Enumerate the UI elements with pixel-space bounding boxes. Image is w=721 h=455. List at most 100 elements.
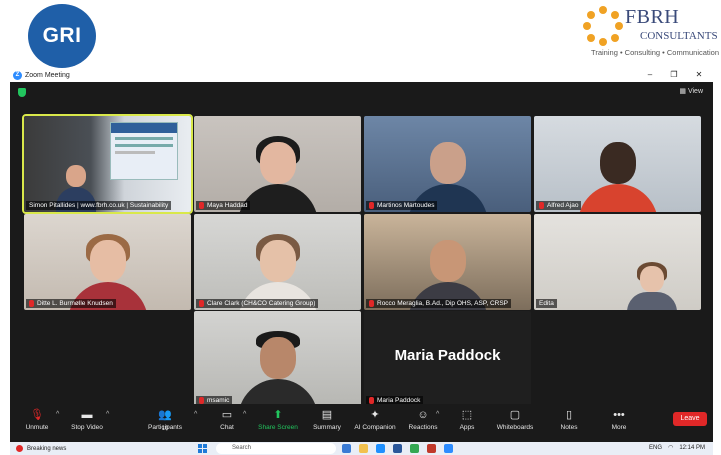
folder-icon[interactable]	[359, 444, 368, 453]
video-tile[interactable]: Simon Pitallides | www.fbrh.co.uk | Sust…	[22, 114, 193, 214]
fbrh-subtitle: CONSULTANTS	[640, 30, 718, 42]
more-dots-icon: •••	[613, 409, 625, 421]
edge-icon[interactable]	[376, 444, 385, 453]
taskbar-app-icon[interactable]	[342, 444, 351, 453]
more-button[interactable]: ••• More	[594, 409, 644, 431]
video-tile[interactable]: Maya Haddad	[194, 116, 361, 212]
participant-name: Maya Haddad	[196, 201, 251, 210]
participant-avatar	[627, 260, 677, 310]
minimize-button[interactable]: –	[638, 68, 662, 82]
share-screen-button[interactable]: ⬆ Share Screen	[253, 409, 303, 431]
taskbar-apps	[342, 444, 453, 453]
chat-caret-icon[interactable]: ^	[243, 411, 246, 418]
video-tile[interactable]: Alfred Ajao	[534, 116, 701, 212]
participant-name: Clare Clark (CH&CO Catering Group)	[196, 299, 319, 308]
video-tile[interactable]: Rocco Meraglia, B.Ad., Dip OHS, ASP, CRS…	[364, 214, 531, 310]
chat-bubble-icon: ▭	[221, 409, 233, 421]
mic-muted-icon: 🎙	[30, 409, 44, 421]
notes-button[interactable]: ▯ Notes	[544, 409, 594, 431]
participant-avatar	[237, 327, 318, 407]
participant-avatar	[237, 230, 318, 310]
participant-name: Alfred Ajao	[536, 201, 582, 210]
word-icon[interactable]	[393, 444, 402, 453]
news-widget[interactable]: Breaking news	[16, 445, 66, 452]
muted-mic-icon	[369, 202, 374, 209]
taskbar-search-input[interactable]: Search	[216, 443, 336, 454]
clock[interactable]: 12:14 PM	[679, 445, 705, 451]
video-tile[interactable]: msamic	[194, 311, 361, 407]
participant-name: Simon Pitallides | www.fbrh.co.uk | Sust…	[26, 201, 172, 210]
ai-companion-button[interactable]: ✦ AI Companion	[350, 409, 400, 431]
view-button[interactable]: ▦ View	[679, 87, 703, 95]
chrome-icon[interactable]	[410, 444, 419, 453]
restore-button[interactable]: ❐	[662, 68, 686, 82]
participant-name: Ditte L. Burmølle Knudsen	[26, 299, 116, 308]
zoom-taskbar-icon[interactable]	[444, 444, 453, 453]
participant-name: Martinos Martoudes	[366, 201, 438, 210]
language-indicator[interactable]: ENG	[649, 445, 662, 451]
leave-button[interactable]: Leave	[673, 412, 707, 426]
sparkle-icon: ✦	[370, 409, 380, 421]
muted-mic-icon	[369, 397, 374, 404]
participant-name: Edita	[536, 299, 557, 308]
participant-avatar	[407, 132, 488, 212]
share-screen-icon: ⬆	[273, 409, 283, 421]
summary-button[interactable]: ▤ Summary	[302, 409, 352, 431]
encryption-shield-icon[interactable]	[18, 88, 26, 97]
view-label: View	[687, 88, 703, 95]
presentation-banner: GRI FBRH CONSULTANTS Training • Consulti…	[0, 0, 721, 68]
video-tile[interactable]: Martinos Martoudes	[364, 116, 531, 212]
news-alert-icon	[16, 445, 23, 452]
reactions-button[interactable]: ☺ Reactions	[398, 409, 448, 431]
wifi-icon[interactable]: ◠	[668, 444, 673, 451]
fbrh-tagline: Training • Consulting • Communication	[591, 48, 719, 57]
gri-logo: GRI	[28, 4, 96, 68]
muted-mic-icon	[199, 397, 204, 404]
participant-avatar	[67, 230, 148, 310]
participants-caret-icon[interactable]: ^	[194, 411, 197, 418]
participant-display-name: Maria Paddock	[394, 347, 501, 364]
shared-slide	[110, 122, 178, 180]
zoom-window: Z Zoom Meeting – ❐ ✕ ▦ View Simon Pitall…	[10, 68, 713, 442]
system-tray: ENG ◠ 12:14 PM	[649, 444, 705, 452]
notes-icon: ▯	[565, 409, 573, 421]
apps-button[interactable]: ⬚ Apps	[442, 409, 492, 431]
unmute-button[interactable]: 🎙 Unmute	[12, 409, 62, 431]
muted-mic-icon	[199, 202, 204, 209]
fbrh-name: FBRH	[625, 6, 680, 28]
acrobat-icon[interactable]	[427, 444, 436, 453]
video-tile[interactable]: Maria Paddock Maria Paddock	[364, 311, 531, 407]
video-camera-icon: ▬	[81, 409, 93, 421]
fbrh-logo: FBRH CONSULTANTS Training • Consulting •…	[583, 4, 719, 62]
window-titlebar: Z Zoom Meeting – ❐ ✕	[10, 68, 713, 82]
close-button[interactable]: ✕	[687, 68, 711, 82]
video-tile[interactable]: Clare Clark (CH&CO Catering Group)	[194, 214, 361, 310]
fbrh-dots-icon	[583, 6, 623, 46]
participants-button[interactable]: 👥 10 Participants	[140, 409, 190, 432]
muted-mic-icon	[29, 300, 34, 307]
video-options-caret-icon[interactable]: ^	[106, 411, 109, 418]
reactions-caret-icon[interactable]: ^	[436, 411, 439, 418]
participant-avatar	[237, 132, 318, 212]
gri-logo-text: GRI	[42, 24, 82, 47]
participant-avatar	[407, 230, 488, 310]
windows-start-icon[interactable]	[198, 444, 207, 453]
video-tile[interactable]: Edita	[534, 214, 701, 310]
muted-mic-icon	[369, 300, 374, 307]
stop-video-button[interactable]: ▬ Stop Video	[62, 409, 112, 431]
smiley-icon: ☺	[417, 409, 429, 421]
audio-options-caret-icon[interactable]: ^	[56, 411, 59, 418]
video-tile[interactable]: Ditte L. Burmølle Knudsen	[24, 214, 191, 310]
meeting-toolbar: 🎙 Unmute ^ ▬ Stop Video ^ 👥 10 Participants…	[10, 404, 713, 442]
windows-taskbar: Breaking news Search ENG ◠ 12:14 PM	[10, 442, 713, 455]
muted-mic-icon	[199, 300, 204, 307]
zoom-logo-icon: Z	[13, 70, 22, 80]
participant-avatar	[577, 132, 658, 212]
window-title: Zoom Meeting	[25, 71, 70, 79]
whiteboards-button[interactable]: ▢ Whiteboards	[490, 409, 540, 431]
summary-icon: ▤	[321, 409, 333, 421]
participants-icon: 👥 10	[158, 409, 172, 432]
whiteboard-icon: ▢	[509, 409, 521, 421]
apps-icon: ⬚	[461, 409, 473, 421]
muted-mic-icon	[539, 202, 544, 209]
